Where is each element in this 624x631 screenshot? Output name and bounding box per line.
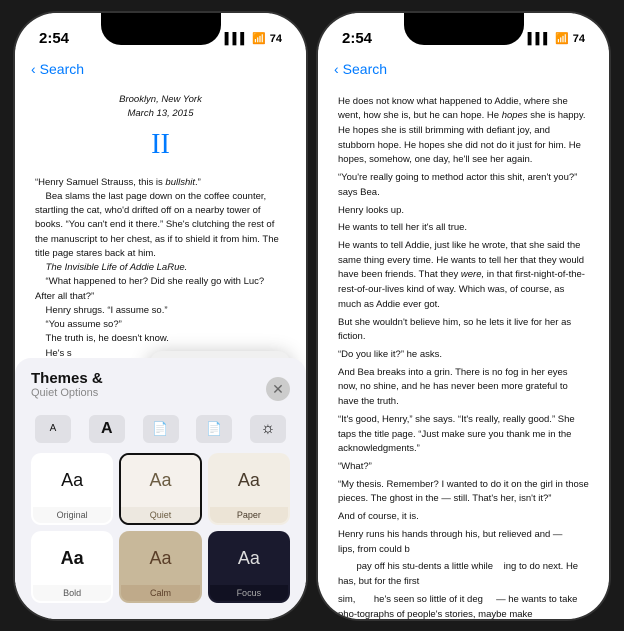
font-style-button[interactable]: 📄 (143, 415, 179, 443)
book-para-r5: He wants to tell Addie, just like he wro… (338, 239, 589, 313)
font-controls: A A 📄 📄 ☼ (31, 415, 290, 443)
book-para-r7: “Do you like it?” he asks. (338, 348, 589, 363)
left-phone-screen: 2:54 ▌▌▌ 📶 74 ‹ Search Brooklyn, New Yor… (15, 13, 306, 619)
themes-title-group: Themes & Quiet Options (31, 370, 103, 409)
theme-original-preview: Aa (33, 455, 111, 507)
theme-calm[interactable]: Aa Calm (119, 531, 201, 603)
signal-icon-right: ▌▌▌ (528, 33, 551, 45)
chevron-left-icon: ‹ (31, 61, 36, 77)
book-para-r12: And of course, it is. (338, 510, 589, 525)
book-title-section: Brooklyn, New YorkMarch 13, 2015 II (35, 93, 286, 166)
theme-original[interactable]: Aa Original (31, 453, 113, 525)
theme-focus[interactable]: Aa Focus (208, 531, 290, 603)
theme-focus-label-aa: Aa (238, 548, 260, 569)
book-para-r11: “My thesis. Remember? I wanted to do it … (338, 478, 589, 507)
signal-icon: ▌▌▌ (225, 33, 248, 45)
nav-bar-right: ‹ Search (318, 57, 609, 85)
book-para-r14: pay off his stu-dents a little while ing… (338, 560, 589, 589)
wifi-icon: 📶 (252, 32, 266, 45)
book-para-r1: He does not know what happened to Addie,… (338, 95, 589, 169)
theme-bold-label-aa: Aa (61, 548, 84, 569)
theme-paper-preview: Aa (210, 455, 288, 507)
font-increase-button[interactable]: A (89, 415, 125, 443)
battery-left: 74 (270, 33, 282, 45)
font-options-icon: 📄 (206, 421, 222, 437)
back-label-left: Search (40, 61, 84, 77)
theme-original-label-aa: Aa (61, 470, 83, 491)
theme-bold-name: Bold (33, 585, 111, 601)
theme-original-name: Original (33, 507, 111, 523)
theme-bold[interactable]: Aa Bold (31, 531, 113, 603)
status-time-right: 2:54 (342, 30, 372, 47)
right-phone-screen: 2:54 ▌▌▌ 📶 74 ‹ Search He does not know … (318, 13, 609, 619)
theme-quiet-preview: Aa (121, 455, 199, 507)
theme-calm-preview: Aa (121, 533, 199, 585)
font-decrease-button[interactable]: A (35, 415, 71, 443)
theme-quiet-name: Quiet (121, 507, 199, 523)
themes-subtitle: Quiet Options (31, 387, 103, 399)
wifi-icon-right: 📶 (555, 32, 569, 45)
close-button[interactable]: ✕ (266, 377, 290, 401)
theme-quiet[interactable]: Aa Quiet (119, 453, 201, 525)
back-button-left[interactable]: ‹ Search (31, 61, 84, 77)
theme-focus-name: Focus (210, 585, 288, 601)
book-para-r13: Henry runs his hands through his, but re… (338, 528, 589, 557)
theme-paper-name: Paper (210, 507, 288, 523)
status-icons-left: ▌▌▌ 📶 74 (225, 32, 282, 45)
theme-paper-label-aa: Aa (238, 470, 260, 491)
book-chapter: II (35, 125, 286, 166)
themes-section: Themes & Quiet Options ✕ A A 📄 📄 (15, 358, 306, 619)
themes-header: Themes & Quiet Options ✕ (31, 370, 290, 409)
themes-title: Themes & (31, 370, 103, 387)
chevron-left-icon-right: ‹ (334, 61, 339, 77)
back-button-right[interactable]: ‹ Search (334, 61, 387, 77)
theme-calm-label-aa: Aa (149, 548, 171, 569)
book-para-r4: He wants to tell her it's all true. (338, 221, 589, 236)
status-icons-right: ▌▌▌ 📶 74 (528, 32, 585, 45)
nav-bar-left: ‹ Search (15, 57, 306, 85)
book-para-r10: “What?” (338, 460, 589, 475)
theme-quiet-label-aa: Aa (149, 470, 171, 491)
brightness-button[interactable]: ☼ (250, 415, 286, 443)
font-style-icon: 📄 (152, 421, 168, 437)
book-para-r9: “It's good, Henry,” she says. “It's real… (338, 413, 589, 457)
left-phone: 2:54 ▌▌▌ 📶 74 ‹ Search Brooklyn, New Yor… (13, 11, 308, 621)
book-para-r8: And Bea breaks into a grin. There is no … (338, 366, 589, 410)
book-content-right: He does not know what happened to Addie,… (318, 85, 609, 619)
book-para-r2: “You're really going to method actor thi… (338, 171, 589, 200)
brightness-icon: ☼ (261, 420, 276, 438)
theme-bold-preview: Aa (33, 533, 111, 585)
theme-focus-preview: Aa (210, 533, 288, 585)
theme-grid: Aa Original Aa Quiet Aa Pap (31, 453, 290, 603)
book-location: Brooklyn, New YorkMarch 13, 2015 (35, 93, 286, 122)
font-options-button[interactable]: 📄 (196, 415, 232, 443)
notch-left (101, 13, 221, 45)
book-para-r15: sim, he's seen so little of it deg — he … (338, 593, 589, 619)
right-phone: 2:54 ▌▌▌ 📶 74 ‹ Search He does not know … (316, 11, 611, 621)
theme-calm-name: Calm (121, 585, 199, 601)
battery-right: 74 (573, 33, 585, 45)
notch-right (404, 13, 524, 45)
book-para-r3: Henry looks up. (338, 204, 589, 219)
status-time-left: 2:54 (39, 30, 69, 47)
theme-paper[interactable]: Aa Paper (208, 453, 290, 525)
back-label-right: Search (343, 61, 387, 77)
book-para-r6: But she wouldn't believe him, so he lets… (338, 316, 589, 345)
